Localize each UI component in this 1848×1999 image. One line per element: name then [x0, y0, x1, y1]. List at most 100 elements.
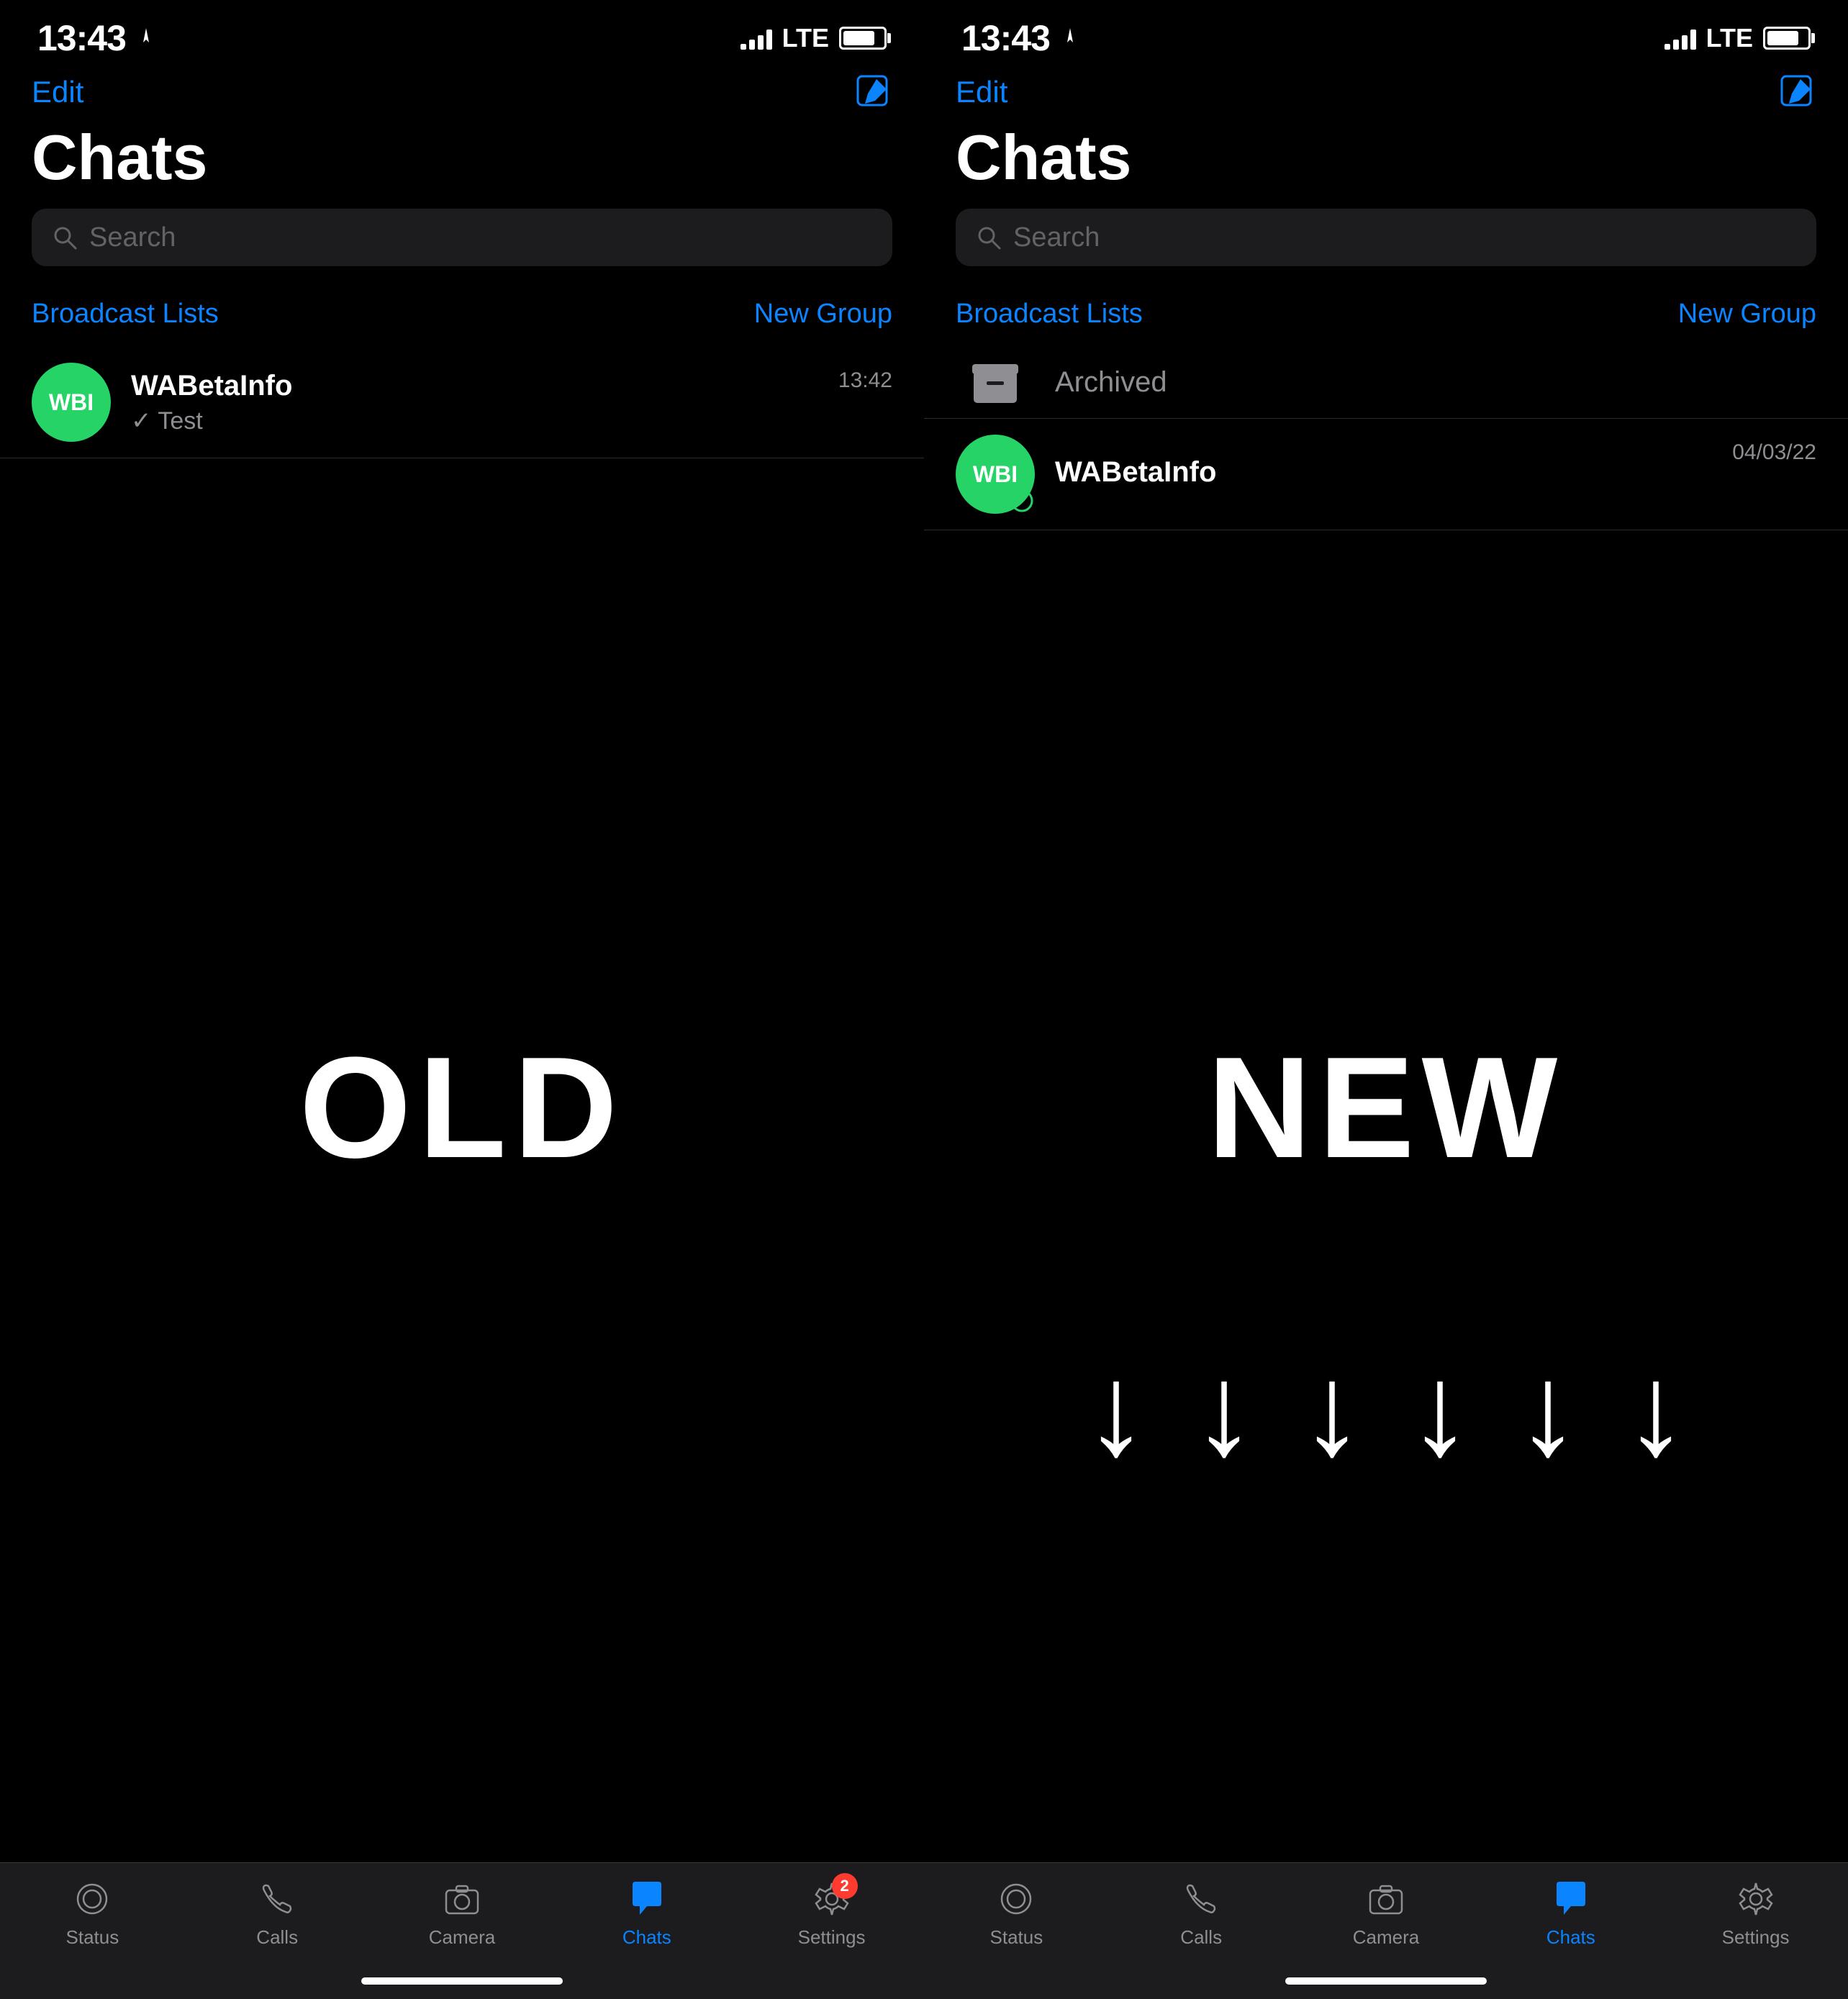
avatar-text-right: WBI [973, 461, 1018, 488]
lte-right: LTE [1706, 23, 1753, 53]
arrow-4: ↓ [1408, 1346, 1472, 1475]
tab-settings-right[interactable]: Settings [1663, 1877, 1848, 1949]
chat-item-wabetainfo-right[interactable]: WBI WABetaInfo 04/03/22 [924, 419, 1848, 530]
old-label: OLD [299, 1025, 625, 1191]
chat-time-right: 04/03/22 [1732, 440, 1816, 465]
arrow-5: ↓ [1516, 1346, 1580, 1475]
search-bar-right[interactable]: Search [956, 209, 1816, 266]
nav-header-left: Edit [0, 63, 924, 121]
home-indicator-right [1285, 1977, 1487, 1985]
chat-content-right: WABetaInfo [1055, 456, 1712, 493]
archived-item-right[interactable]: Archived [924, 347, 1848, 419]
tab-settings-left[interactable]: 2 Settings [739, 1877, 924, 1949]
chat-preview-left: ✓ Test [131, 407, 818, 435]
status-svg-right [997, 1880, 1035, 1918]
search-bar-left[interactable]: Search [32, 209, 892, 266]
left-screen: 13:43 LTE Edit Cha [0, 0, 924, 1999]
new-label-container: NEW [924, 1007, 1848, 1209]
page-title-left: Chats [0, 121, 924, 194]
tab-label-calls-left: Calls [256, 1926, 298, 1949]
arrow-6: ↓ [1623, 1346, 1688, 1475]
tab-calls-right[interactable]: Calls [1109, 1877, 1294, 1949]
actions-row-right: Broadcast Lists New Group [924, 288, 1848, 340]
camera-svg-left [443, 1880, 481, 1918]
archived-label-right: Archived [1055, 366, 1167, 399]
calls-svg-right [1182, 1880, 1220, 1918]
chat-content-left: WABetaInfo ✓ Test [131, 370, 818, 435]
tab-camera-left[interactable]: Camera [370, 1877, 555, 1949]
new-group-left[interactable]: New Group [754, 299, 892, 330]
settings-svg-right [1737, 1880, 1775, 1918]
battery-left [839, 27, 887, 50]
settings-icon-right [1734, 1877, 1777, 1921]
time-left: 13:43 [37, 17, 126, 59]
broadcast-lists-right[interactable]: Broadcast Lists [956, 299, 1143, 330]
page-title-right: Chats [924, 121, 1848, 194]
tab-label-calls-right: Calls [1180, 1926, 1222, 1949]
actions-row-left: Broadcast Lists New Group [0, 288, 924, 340]
chat-item-wabetainfo-left[interactable]: WBI WABetaInfo ✓ Test 13:42 [0, 347, 924, 458]
arrow-2: ↓ [1192, 1346, 1256, 1475]
chat-name-right: WABetaInfo [1055, 456, 1712, 489]
settings-icon-left: 2 [810, 1877, 853, 1921]
location-icon-right [1059, 27, 1082, 50]
tab-camera-right[interactable]: Camera [1294, 1877, 1479, 1949]
time-right: 13:43 [961, 17, 1050, 59]
lte-left: LTE [782, 23, 829, 53]
compose-icon-left [855, 73, 892, 111]
tab-label-camera-left: Camera [429, 1926, 495, 1949]
calls-svg-left [258, 1880, 296, 1918]
arrow-1: ↓ [1084, 1346, 1149, 1475]
compose-icon-right [1779, 73, 1816, 111]
chats-icon-left [625, 1877, 669, 1921]
new-label: NEW [1208, 1025, 1565, 1191]
status-bar-left: 13:43 LTE [0, 0, 924, 63]
battery-right [1763, 27, 1811, 50]
calls-icon-right [1179, 1877, 1223, 1921]
nav-header-right: Edit [924, 63, 1848, 121]
compose-button-left[interactable] [855, 73, 892, 111]
broadcast-lists-left[interactable]: Broadcast Lists [32, 299, 219, 330]
right-screen: 13:43 LTE Edit Cha [924, 0, 1848, 1999]
tab-calls-left[interactable]: Calls [185, 1877, 370, 1949]
status-icon-left [71, 1877, 114, 1921]
signal-left [740, 27, 772, 50]
loading-icon-right [1009, 488, 1035, 514]
new-group-right[interactable]: New Group [1678, 299, 1816, 330]
status-icons-left: LTE [740, 23, 887, 53]
tab-status-left[interactable]: Status [0, 1877, 185, 1949]
edit-button-left[interactable]: Edit [32, 75, 83, 109]
tab-label-chats-left: Chats [622, 1926, 671, 1949]
search-icon-left [52, 225, 78, 250]
compose-button-right[interactable] [1779, 73, 1816, 111]
camera-svg-right [1367, 1880, 1405, 1918]
arrows-section: ↓ ↓ ↓ ↓ ↓ ↓ [924, 1295, 1848, 1526]
tab-label-status-right: Status [990, 1926, 1043, 1949]
tab-chats-left[interactable]: Chats [554, 1877, 739, 1949]
chats-svg-left [625, 1877, 669, 1921]
search-icon-right [976, 225, 1002, 250]
tab-chats-right[interactable]: Chats [1478, 1877, 1663, 1949]
tab-label-status-left: Status [66, 1926, 119, 1949]
tab-status-right[interactable]: Status [924, 1877, 1109, 1949]
avatar-wabetainfo-right: WBI [956, 435, 1035, 514]
tab-label-settings-right: Settings [1722, 1926, 1790, 1949]
avatar-wabetainfo-left: WBI [32, 363, 111, 442]
status-icons-right: LTE [1664, 23, 1811, 53]
chat-name-left: WABetaInfo [131, 370, 818, 402]
chats-svg-right [1549, 1877, 1593, 1921]
search-placeholder-right: Search [1013, 222, 1100, 253]
old-label-container: OLD [0, 1007, 924, 1209]
signal-right [1664, 27, 1696, 50]
status-bar-right: 13:43 LTE [924, 0, 1848, 63]
arrow-3: ↓ [1300, 1346, 1364, 1475]
archive-icon-right [956, 343, 1035, 422]
status-svg-left [73, 1880, 111, 1918]
chats-icon-right [1549, 1877, 1593, 1921]
location-icon-left [135, 27, 158, 50]
edit-button-right[interactable]: Edit [956, 75, 1007, 109]
camera-icon-right [1364, 1877, 1408, 1921]
comparison-section: OLD NEW [0, 1007, 1848, 1209]
search-placeholder-left: Search [89, 222, 176, 253]
status-icon-right [995, 1877, 1038, 1921]
